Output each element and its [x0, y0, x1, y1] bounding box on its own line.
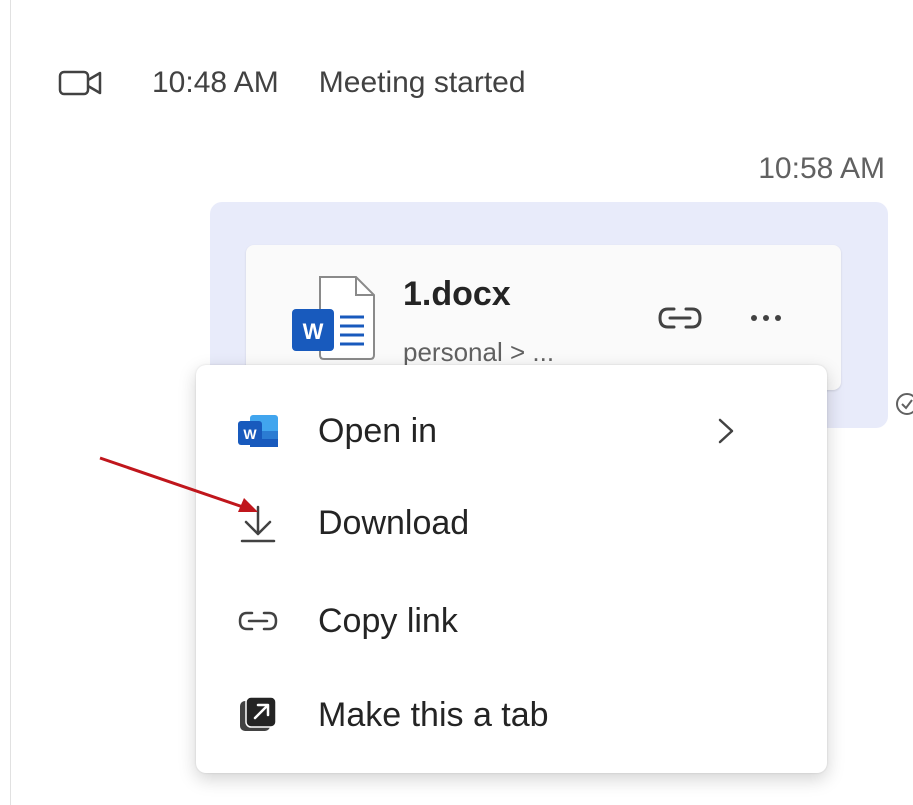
- menu-item-make-tab[interactable]: Make this a tab: [196, 669, 827, 761]
- menu-item-label: Download: [318, 503, 470, 542]
- open-in-tab-icon: [240, 696, 277, 731]
- menu-item-open-in[interactable]: W Open in: [196, 385, 827, 477]
- chat-pane-border: [10, 0, 11, 805]
- file-context-menu: W Open in Download Copy link Make this a: [196, 365, 827, 773]
- menu-item-label: Make this a tab: [318, 695, 549, 734]
- message-timestamp: 10:58 AM: [758, 152, 885, 185]
- meeting-time: 10:48 AM: [152, 66, 279, 99]
- reaction-icon[interactable]: [893, 392, 913, 416]
- link-icon[interactable]: [656, 303, 704, 333]
- link-icon: [238, 611, 278, 631]
- video-camera-icon: [58, 70, 102, 96]
- chevron-right-icon: [718, 418, 734, 444]
- more-options-icon[interactable]: [746, 303, 786, 333]
- svg-text:W: W: [243, 426, 257, 442]
- file-path: personal > ...: [403, 337, 555, 367]
- download-icon: [240, 505, 276, 543]
- file-name[interactable]: 1.docx: [403, 275, 511, 314]
- menu-item-copy-link[interactable]: Copy link: [196, 575, 827, 667]
- word-document-icon: W: [292, 276, 375, 360]
- word-app-icon: W: [238, 415, 278, 447]
- meeting-event-row: 10:48 AM Meeting started: [58, 58, 526, 108]
- menu-item-label: Open in: [318, 411, 438, 450]
- meeting-status-label: Meeting started: [318, 66, 526, 99]
- menu-item-label: Copy link: [318, 601, 458, 640]
- svg-text:W: W: [303, 319, 324, 344]
- menu-item-download[interactable]: Download: [196, 477, 827, 569]
